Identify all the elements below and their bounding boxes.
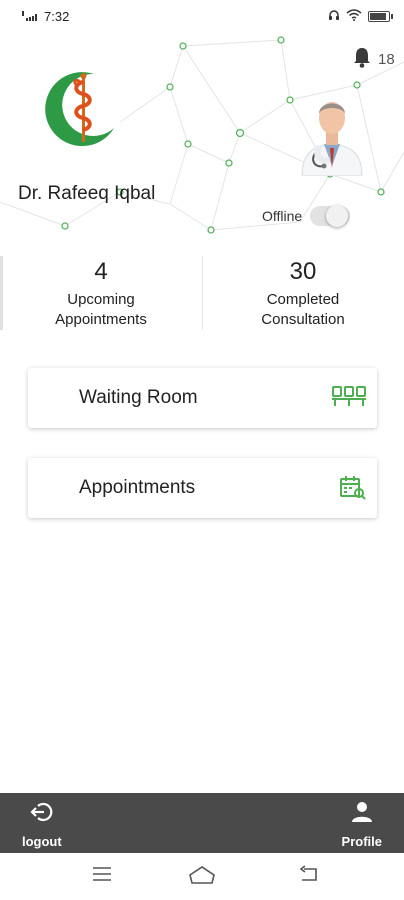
- bottom-bar: logout Profile: [0, 793, 404, 853]
- stat-completed-consultation[interactable]: 30 Completed Consultation: [202, 256, 404, 334]
- card-label: Waiting Room: [79, 387, 198, 408]
- clock: 7:32: [44, 8, 70, 24]
- stat-label-line: Completed: [266, 291, 340, 308]
- back-icon[interactable]: [298, 865, 320, 888]
- battery-level: [370, 12, 386, 20]
- stat-upcoming-appointments[interactable]: 4 Upcoming Appointments: [0, 256, 202, 334]
- stat-label: Upcoming Appointments: [0, 290, 202, 330]
- wifi-icon: [346, 8, 362, 24]
- doctor-avatar[interactable]: [296, 84, 368, 177]
- logout-icon: [30, 801, 54, 828]
- battery-icon: [368, 10, 393, 22]
- stat-label-line: Appointments: [55, 311, 147, 328]
- calendar-search-icon: [339, 475, 367, 506]
- profile-label: Profile: [341, 834, 382, 849]
- bell-icon[interactable]: [352, 46, 372, 73]
- waiting-room-icon: [331, 385, 367, 414]
- status-label: Offline: [262, 208, 303, 224]
- signal-icon: [22, 9, 40, 24]
- profile-button[interactable]: Profile: [342, 801, 382, 849]
- notifications[interactable]: 18: [352, 46, 395, 73]
- system-navigation: [0, 853, 404, 900]
- crescent-caduceus-logo: [36, 66, 120, 150]
- stat-label-line: Consultation: [261, 311, 345, 328]
- person-icon: [351, 801, 373, 828]
- stat-number: 30: [289, 258, 317, 285]
- profile-header: Dr. Rafeeq Iqbal 18 Offline: [0, 32, 404, 242]
- stat-divider: [202, 256, 203, 330]
- stat-label-line: Upcoming: [67, 291, 135, 308]
- logout-button[interactable]: logout: [22, 801, 62, 849]
- toggle-knob: [326, 205, 349, 227]
- availability-toggle[interactable]: [310, 205, 351, 227]
- menu-icon[interactable]: [92, 865, 112, 888]
- status-bar: 7:32: [0, 0, 404, 32]
- card-label: Appointments: [79, 477, 196, 498]
- notification-count: 18: [378, 51, 395, 68]
- stats-row: 4 Upcoming Appointments 30 Completed Con…: [0, 256, 404, 334]
- availability-switch[interactable]: Offline: [262, 205, 351, 227]
- appointments-card[interactable]: Appointments: [28, 458, 377, 518]
- waiting-room-card[interactable]: Waiting Room: [28, 368, 377, 428]
- headset-icon: [328, 9, 340, 24]
- logout-label: logout: [22, 834, 62, 849]
- stat-label: Completed Consultation: [202, 290, 404, 330]
- stat-number: 4: [94, 258, 108, 285]
- home-icon[interactable]: [188, 865, 216, 890]
- doctor-name: Dr. Rafeeq Iqbal: [18, 183, 156, 204]
